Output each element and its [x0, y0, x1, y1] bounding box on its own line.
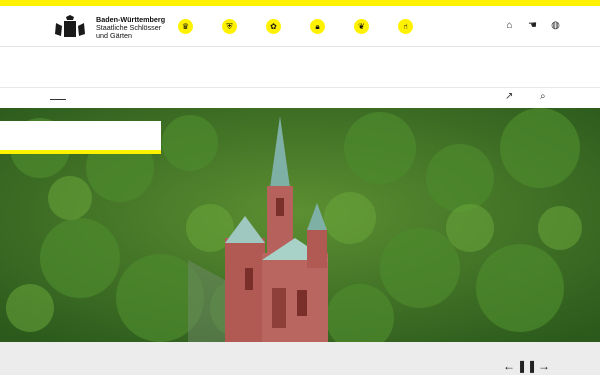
chair-icon[interactable]: ⑁ — [398, 19, 413, 34]
pause-slideshow-button[interactable]: ❚❚ — [517, 358, 537, 374]
logo[interactable]: Baden-Württemberg Staatliche Schlösser u… — [50, 15, 170, 41]
leaf-icon[interactable]: ❦ — [354, 19, 369, 34]
site-header: Baden-Württemberg Staatliche Schlösser u… — [0, 6, 600, 47]
nav-dash — [50, 99, 66, 100]
search-icon[interactable]: ⌕ — [540, 91, 546, 102]
next-slide-button[interactable]: → — [536, 358, 552, 374]
shield-icon[interactable]: ⛨ — [222, 19, 237, 34]
brand-line-3: und Gärten — [96, 31, 132, 40]
lock-icon[interactable]: 🔒︎ — [310, 19, 325, 34]
garden-icon[interactable]: ✿ — [266, 19, 281, 34]
hero-title-card — [0, 121, 161, 154]
hand-icon[interactable]: ☚ — [526, 19, 539, 32]
sub-navigation: ↗ ⌕ — [0, 87, 600, 108]
coat-of-arms-icon — [55, 15, 85, 37]
brand-text: Baden-Württemberg Staatliche Schlösser u… — [96, 16, 186, 40]
category-icons: ♛ ⛨ ✿ 🔒︎ ❦ ⑁ — [178, 19, 413, 34]
external-link-icon[interactable]: ↗ — [505, 91, 513, 102]
present-icon[interactable]: ⌂ — [503, 19, 516, 32]
crown-icon[interactable]: ♛ — [178, 19, 193, 34]
prev-slide-button[interactable]: ← — [501, 358, 517, 374]
globe-icon[interactable]: ◍ — [549, 19, 562, 32]
utility-icons: ⌂ ☚ ◍ — [503, 19, 562, 32]
